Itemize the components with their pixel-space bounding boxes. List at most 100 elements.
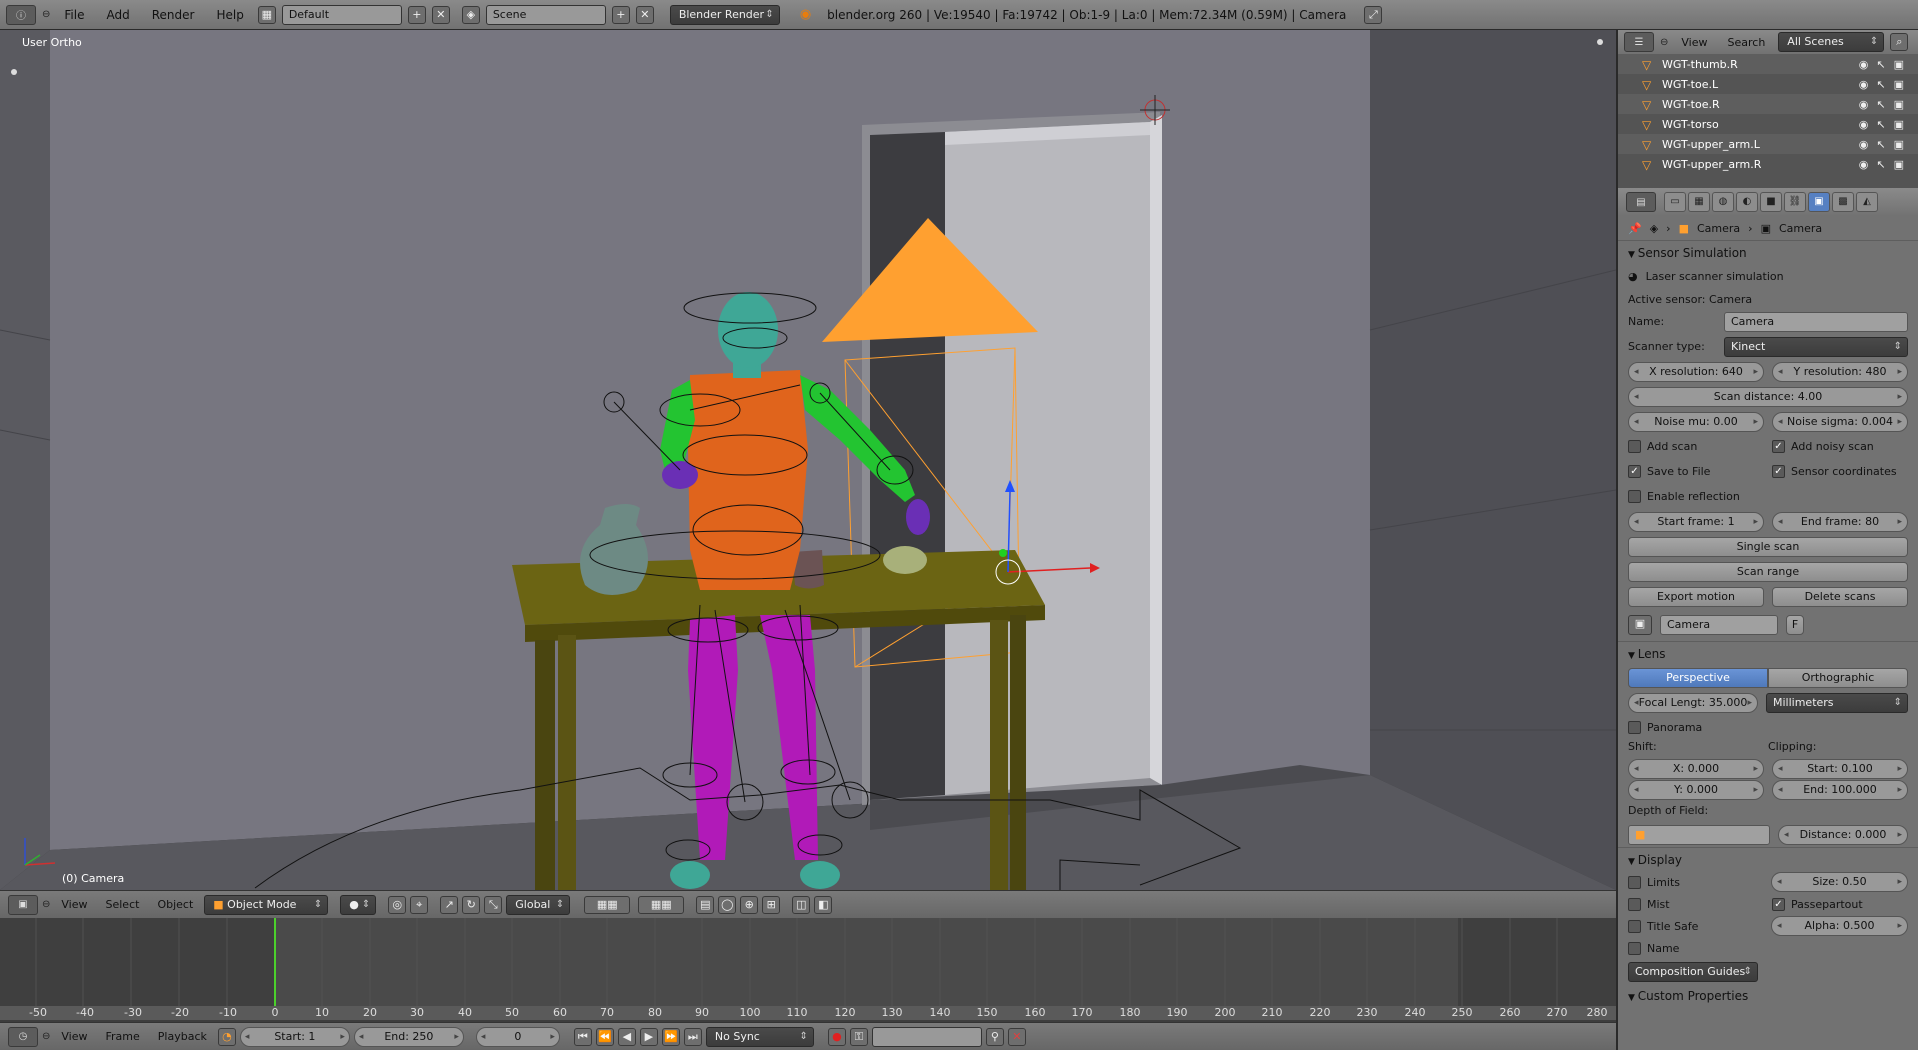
tab-object[interactable]: ■ bbox=[1760, 192, 1782, 212]
scan-distance-field[interactable]: Scan distance: 4.00 bbox=[1628, 386, 1908, 407]
scene-field[interactable]: Scene bbox=[485, 4, 606, 25]
collapse-icon[interactable]: ⊖ bbox=[1660, 37, 1668, 48]
layout-icon[interactable]: ▦ bbox=[257, 5, 276, 24]
save-to-file-checkbox[interactable]: ✓ Save to File bbox=[1628, 465, 1764, 478]
noise-mu-field[interactable]: Noise mu: 0.00 bbox=[1628, 411, 1764, 432]
cursor-icon[interactable]: ↖ bbox=[1876, 78, 1885, 91]
add-scan-checkbox[interactable]: Add scan bbox=[1628, 440, 1764, 453]
eye-icon[interactable]: ◉ bbox=[1859, 78, 1869, 91]
camera-icon[interactable]: ▣ bbox=[1894, 138, 1904, 151]
collapse-icon[interactable]: ⊖ bbox=[42, 899, 50, 910]
outliner-item[interactable]: ▽ WGT-toe.R ◉ ↖ ▣ bbox=[1618, 94, 1918, 114]
clip-end-field[interactable]: End: 100.000 bbox=[1772, 779, 1908, 800]
3d-view-editor-button[interactable]: ▣ bbox=[8, 894, 38, 915]
panel-display[interactable]: Display bbox=[1618, 847, 1918, 871]
outliner-editor-button[interactable]: ☰ bbox=[1624, 32, 1654, 52]
camera-icon[interactable]: ▣ bbox=[1894, 158, 1904, 171]
menu-frame[interactable]: Frame bbox=[99, 1030, 147, 1043]
camera-icon[interactable]: ▣ bbox=[1894, 58, 1904, 71]
tab-world[interactable]: ◐ bbox=[1736, 192, 1758, 212]
shading-dropdown[interactable]: ● bbox=[340, 894, 377, 915]
menu-playback[interactable]: Playback bbox=[151, 1030, 214, 1043]
composition-guides-dropdown[interactable]: Composition Guides bbox=[1628, 961, 1758, 982]
panel-lens[interactable]: Lens bbox=[1618, 641, 1918, 665]
collapse-icon[interactable]: ⊖ bbox=[42, 1031, 50, 1042]
sensor-coordinates-checkbox[interactable]: ✓ Sensor coordinates bbox=[1772, 465, 1908, 478]
tab-render[interactable]: ▭ bbox=[1664, 192, 1686, 212]
perspective-toggle[interactable]: Perspective bbox=[1628, 667, 1768, 688]
scale-icon[interactable]: ⤡ bbox=[484, 895, 503, 914]
cursor-icon[interactable]: ↖ bbox=[1876, 118, 1885, 131]
rotate-icon[interactable]: ↻ bbox=[462, 895, 481, 914]
properties-editor-button[interactable]: ▤ bbox=[1626, 192, 1656, 212]
play-icon[interactable]: ▶ bbox=[639, 1027, 658, 1046]
delete-key-icon[interactable]: ✕ bbox=[1007, 1027, 1026, 1046]
panel-sensor-simulation[interactable]: Sensor Simulation bbox=[1618, 240, 1918, 264]
shift-x-field[interactable]: X: 0.000 bbox=[1628, 758, 1764, 779]
cursor-icon[interactable]: ↖ bbox=[1876, 58, 1885, 71]
proportional-icon[interactable]: ◯ bbox=[718, 895, 737, 914]
panel-custom-properties[interactable]: Custom Properties bbox=[1618, 984, 1918, 1008]
scanner-type-dropdown[interactable]: Kinect bbox=[1724, 336, 1908, 357]
snap-element-icon[interactable]: ⊞ bbox=[762, 895, 781, 914]
timeline-ruler[interactable]: -50 -40 -30 -20 -10 0 10 20 30 40 50 60 … bbox=[0, 1006, 1616, 1020]
keying-set-field[interactable] bbox=[871, 1026, 982, 1047]
fullscreen-icon[interactable]: ⤢ bbox=[1364, 5, 1383, 24]
clip-start-field[interactable]: Start: 0.100 bbox=[1772, 758, 1908, 779]
search-icon[interactable]: ⌕ bbox=[1890, 33, 1909, 51]
menu-file[interactable]: File bbox=[56, 4, 92, 26]
tab-constraints[interactable]: ⛓ bbox=[1784, 192, 1806, 212]
menu-help[interactable]: Help bbox=[208, 4, 251, 26]
menu-render[interactable]: Render bbox=[144, 4, 203, 26]
passepartout-checkbox[interactable]: ✓ Passepartout bbox=[1772, 897, 1908, 911]
screen-layout-field[interactable]: Default bbox=[281, 4, 402, 25]
timeline-editor-button[interactable]: ◷ bbox=[8, 1026, 38, 1047]
snap-icon[interactable]: ⊕ bbox=[740, 895, 759, 914]
orthographic-toggle[interactable]: Orthographic bbox=[1768, 667, 1908, 688]
eye-icon[interactable]: ◉ bbox=[1859, 58, 1869, 71]
dof-distance-field[interactable]: Distance: 0.000 bbox=[1778, 824, 1908, 845]
render-engine-dropdown[interactable]: Blender Render bbox=[669, 4, 780, 25]
shift-y-field[interactable]: Y: 0.000 bbox=[1628, 779, 1764, 800]
alpha-field[interactable]: Alpha: 0.500 bbox=[1771, 916, 1908, 936]
mode-dropdown[interactable]: ■ Object Mode bbox=[204, 894, 329, 915]
jump-end-icon[interactable]: ⏭ bbox=[683, 1027, 702, 1046]
limits-checkbox[interactable]: Limits bbox=[1628, 875, 1763, 889]
panorama-checkbox[interactable]: Panorama bbox=[1628, 721, 1908, 734]
collapse-icon[interactable]: ⊖ bbox=[42, 9, 50, 20]
remove-layout-button[interactable]: ✕ bbox=[431, 5, 450, 24]
menu-select[interactable]: Select bbox=[99, 898, 147, 911]
layers-grid-b[interactable]: ▦▦ bbox=[638, 895, 685, 914]
add-noisy-scan-checkbox[interactable]: ✓ Add noisy scan bbox=[1772, 440, 1908, 453]
start-frame-field[interactable]: Start frame: 1 bbox=[1628, 511, 1764, 532]
add-layout-button[interactable]: + bbox=[407, 5, 426, 24]
next-key-icon[interactable]: ⏩ bbox=[661, 1027, 680, 1046]
camera-icon[interactable]: ▣ bbox=[1894, 98, 1904, 111]
eye-icon[interactable]: ◉ bbox=[1859, 158, 1869, 171]
manipulator-icon[interactable]: ⌖ bbox=[410, 895, 429, 914]
outliner-item[interactable]: ▽ WGT-upper_arm.L ◉ ↖ ▣ bbox=[1618, 134, 1918, 154]
camera-datablock-icon[interactable]: ▣ bbox=[1628, 615, 1652, 635]
add-scene-button[interactable]: + bbox=[611, 5, 630, 24]
translate-icon[interactable]: ↗ bbox=[440, 895, 459, 914]
render-anim-icon[interactable]: ◧ bbox=[814, 895, 833, 914]
menu-object[interactable]: Object bbox=[150, 898, 200, 911]
sync-dropdown[interactable]: No Sync bbox=[705, 1026, 814, 1047]
dof-object-field[interactable]: ■ bbox=[1628, 824, 1770, 845]
preview-range-icon[interactable]: ◔ bbox=[217, 1027, 236, 1046]
outliner-item[interactable]: ▽ WGT-thumb.R ◉ ↖ ▣ bbox=[1618, 54, 1918, 74]
camera-icon[interactable]: ▣ bbox=[1894, 118, 1904, 131]
menu-view[interactable]: View bbox=[54, 1030, 94, 1043]
insert-key-icon[interactable]: ⚲ bbox=[985, 1027, 1004, 1046]
export-motion-button[interactable]: Export motion bbox=[1628, 586, 1764, 607]
outliner-item[interactable]: ▽ WGT-upper_arm.R ◉ ↖ ▣ bbox=[1618, 154, 1918, 174]
sensor-name-input[interactable]: Camera bbox=[1724, 311, 1908, 332]
tab-texture[interactable]: ▩ bbox=[1832, 192, 1854, 212]
menu-view[interactable]: View bbox=[54, 898, 94, 911]
3d-viewport[interactable]: User Ortho (0) Camera bbox=[0, 30, 1616, 890]
info-editor-type-button[interactable]: ⓘ bbox=[6, 4, 36, 25]
eye-icon[interactable]: ◉ bbox=[1859, 138, 1869, 151]
scene-icon[interactable]: ◈ bbox=[461, 5, 480, 24]
eye-icon[interactable]: ◉ bbox=[1859, 118, 1869, 131]
datablock-name-input[interactable]: Camera bbox=[1660, 615, 1778, 635]
